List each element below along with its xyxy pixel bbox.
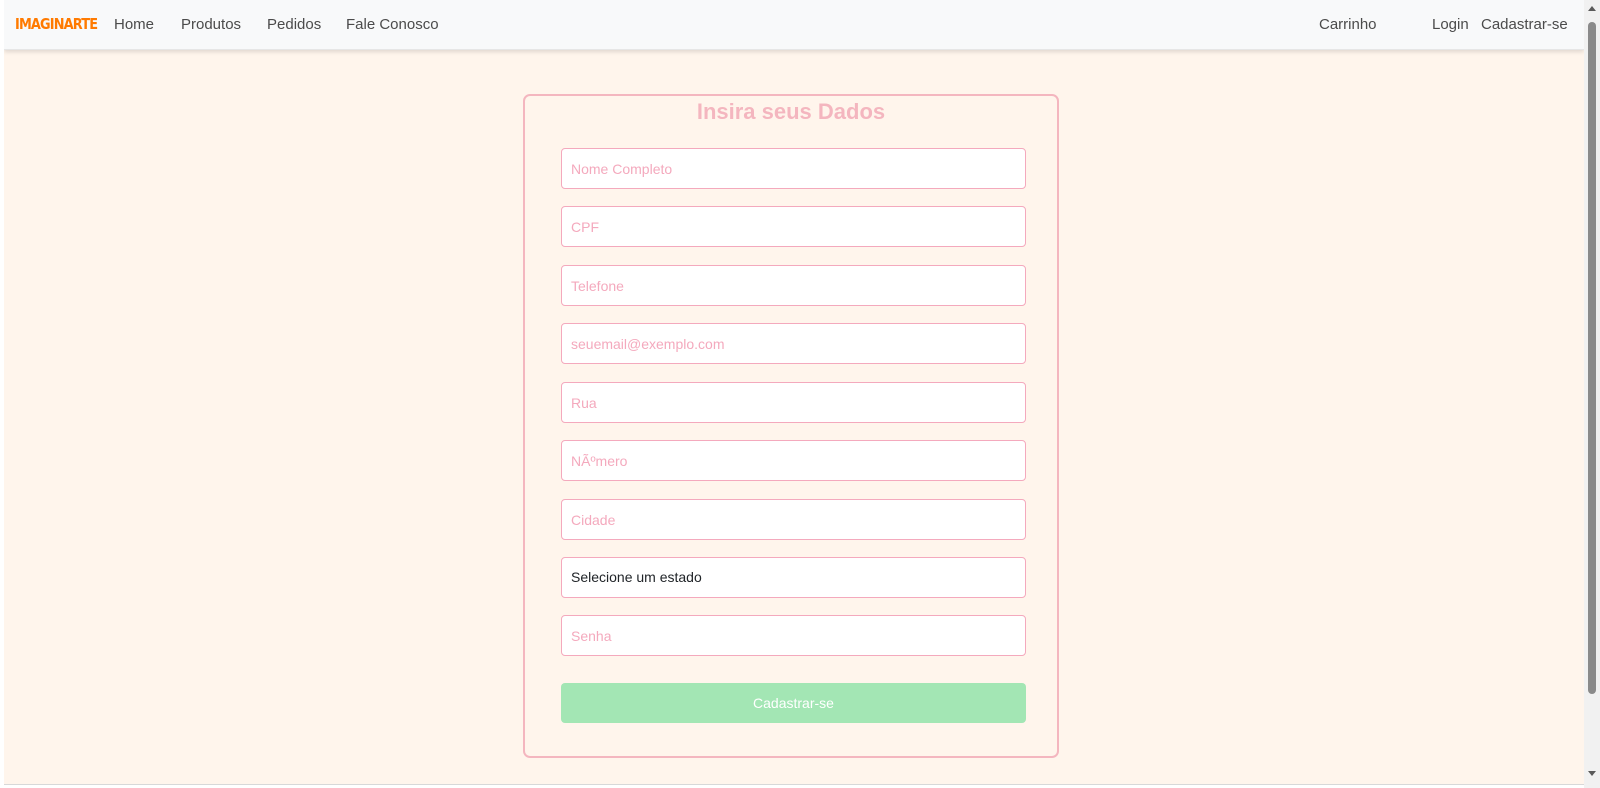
scroll-thumb[interactable]	[1588, 22, 1596, 694]
full-name-input[interactable]	[561, 148, 1026, 189]
page-viewport: IMAGINARTE Home Produtos Pedidos Fale Co…	[4, 0, 1584, 785]
nav-link-cadastrar[interactable]: Cadastrar-se	[1481, 15, 1568, 35]
city-input[interactable]	[561, 499, 1026, 540]
nav-link-carrinho[interactable]: Carrinho	[1319, 15, 1377, 35]
form-title: Insira seus Dados	[696, 99, 886, 124]
state-select[interactable]: Selecione um estado	[561, 557, 1026, 598]
nav-link-pedidos[interactable]: Pedidos	[267, 15, 321, 35]
nav-link-login[interactable]: Login	[1432, 15, 1469, 35]
vertical-scrollbar[interactable]	[1584, 0, 1600, 788]
phone-input[interactable]	[561, 265, 1026, 306]
nav-link-produtos[interactable]: Produtos	[181, 15, 241, 35]
cpf-input[interactable]	[561, 206, 1026, 247]
password-input[interactable]	[561, 615, 1026, 656]
registration-form: Insira seus Dados Selecione um estado Ca…	[523, 94, 1059, 758]
nav-link-home[interactable]: Home	[114, 15, 154, 35]
scroll-up-arrow-icon[interactable]	[1588, 6, 1596, 11]
brand-logo[interactable]: IMAGINARTE	[15, 14, 98, 34]
register-submit-button[interactable]: Cadastrar-se	[561, 683, 1026, 723]
state-select-value: Selecione um estado	[571, 569, 702, 585]
top-navbar: IMAGINARTE Home Produtos Pedidos Fale Co…	[4, 0, 1584, 50]
email-input[interactable]	[561, 323, 1026, 364]
nav-link-fale-conosco[interactable]: Fale Conosco	[346, 15, 439, 35]
scroll-down-arrow-icon[interactable]	[1588, 771, 1596, 776]
number-input[interactable]	[561, 440, 1026, 481]
street-input[interactable]	[561, 382, 1026, 423]
